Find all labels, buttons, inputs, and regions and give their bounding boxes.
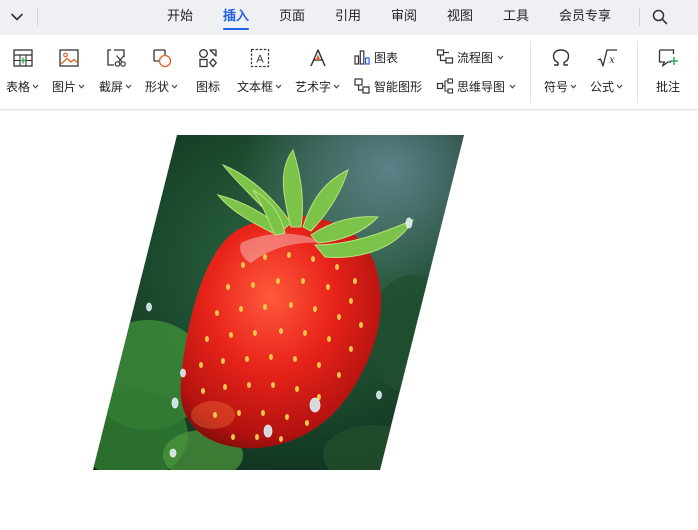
formula-button[interactable]: x 公式 xyxy=(590,47,623,95)
tab-page[interactable]: 页面 xyxy=(279,0,305,35)
textbox-icon: A xyxy=(250,48,269,68)
shape-label: 形状 xyxy=(145,80,170,94)
icons-icon xyxy=(199,49,218,68)
search-button[interactable] xyxy=(649,6,671,28)
chart-button[interactable]: 图表 xyxy=(353,47,398,67)
icons-button[interactable]: 图标 xyxy=(196,47,220,95)
caret-down-icon xyxy=(616,84,623,89)
comment-label: 批注 xyxy=(656,80,681,94)
scissors-icon xyxy=(106,49,126,67)
caret-down-icon xyxy=(333,84,340,89)
document-canvas[interactable] xyxy=(0,111,698,530)
icons-label: 图标 xyxy=(196,80,221,94)
svg-text:x: x xyxy=(609,55,615,66)
menu-bar: 开始 插入 页面 引用 审阅 视图 工具 会员专享 xyxy=(0,0,698,35)
symbol-button[interactable]: 符号 xyxy=(544,47,577,95)
picture-icon xyxy=(58,49,79,67)
caret-down-icon xyxy=(171,84,178,89)
mindmap-icon xyxy=(436,78,454,94)
menu-divider xyxy=(639,8,640,26)
tab-references[interactable]: 引用 xyxy=(335,0,361,35)
insert-ribbon: 表格 图片 截屏 形状 图标 A 文本框 艺术字 图表 智能图形 流程图 思维导… xyxy=(0,35,698,110)
table-label: 表格 xyxy=(6,80,31,94)
textbox-button[interactable]: A 文本框 xyxy=(237,47,282,95)
strawberry-image[interactable] xyxy=(93,135,464,470)
smartart-label: 智能图形 xyxy=(374,79,423,94)
screenshot-button[interactable]: 截屏 xyxy=(99,47,132,95)
flowchart-label: 流程图 xyxy=(457,50,494,65)
wordart-button[interactable]: 艺术字 xyxy=(295,47,340,95)
collapse-ribbon-button[interactable] xyxy=(6,6,28,28)
caret-down-icon xyxy=(509,84,516,89)
picture-button[interactable]: 图片 xyxy=(52,47,85,95)
tab-view[interactable]: 视图 xyxy=(447,0,473,35)
caret-down-icon xyxy=(32,84,39,89)
tab-review[interactable]: 审阅 xyxy=(391,0,417,35)
wordart-icon xyxy=(309,49,326,67)
chevron-down-icon xyxy=(11,13,23,21)
mindmap-label: 思维导图 xyxy=(457,79,506,94)
search-icon xyxy=(652,9,668,25)
screenshot-label: 截屏 xyxy=(99,80,124,94)
shape-icon xyxy=(152,49,171,68)
smartart-button[interactable]: 智能图形 xyxy=(353,76,422,96)
picture-label: 图片 xyxy=(52,80,77,94)
shape-button[interactable]: 形状 xyxy=(145,47,178,95)
ribbon-divider xyxy=(530,41,531,103)
caret-down-icon xyxy=(125,84,132,89)
tab-home[interactable]: 开始 xyxy=(167,0,193,35)
menu-divider xyxy=(37,8,38,26)
wordart-label: 艺术字 xyxy=(295,80,332,94)
formula-label: 公式 xyxy=(590,80,615,94)
ribbon-divider xyxy=(637,41,638,103)
caret-down-icon xyxy=(78,84,85,89)
flowchart-button[interactable]: 流程图 xyxy=(436,47,504,67)
chart-icon xyxy=(354,50,370,65)
tab-insert[interactable]: 插入 xyxy=(223,0,250,35)
tab-member[interactable]: 会员专享 xyxy=(559,0,611,35)
caret-down-icon xyxy=(497,55,504,60)
comment-add-icon xyxy=(658,49,678,67)
caret-down-icon xyxy=(275,84,282,89)
caret-down-icon xyxy=(570,84,577,89)
mindmap-button[interactable]: 思维导图 xyxy=(436,76,516,96)
flowchart-icon xyxy=(436,49,454,64)
symbol-label: 符号 xyxy=(544,80,569,94)
svg-text:A: A xyxy=(256,54,264,66)
omega-icon xyxy=(552,49,569,66)
chart-label: 图表 xyxy=(374,50,399,65)
tab-tools[interactable]: 工具 xyxy=(503,0,529,35)
table-button[interactable]: 表格 xyxy=(6,47,39,95)
sqrt-icon: x xyxy=(597,49,617,67)
textbox-label: 文本框 xyxy=(237,80,274,94)
smartart-icon xyxy=(354,78,370,94)
comment-button[interactable]: 批注 xyxy=(656,47,680,95)
table-icon xyxy=(12,49,33,67)
